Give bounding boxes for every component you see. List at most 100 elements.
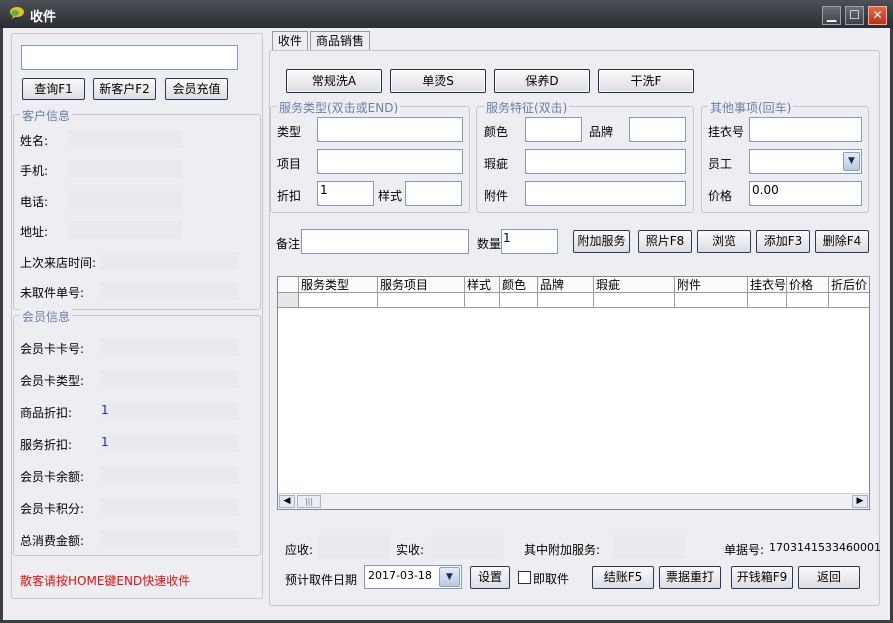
received-label: 实收: bbox=[396, 543, 425, 557]
brand-label: 品牌 bbox=[589, 125, 614, 139]
attachment-label: 附件 bbox=[484, 189, 509, 203]
col-attachment[interactable]: 附件 bbox=[675, 277, 748, 293]
uncollected-label: 未取件单号: bbox=[20, 286, 85, 300]
col-hanger[interactable]: 挂衣号 bbox=[748, 277, 787, 293]
table-cell[interactable] bbox=[500, 293, 538, 308]
minimize-button[interactable]: ▁ bbox=[822, 6, 841, 25]
hanger-field[interactable] bbox=[749, 117, 862, 142]
col-discounted-price[interactable]: 折后价 bbox=[829, 277, 869, 293]
scroll-thumb[interactable]: ||| bbox=[297, 495, 321, 508]
extra-service-button[interactable]: 附加服务 bbox=[573, 230, 630, 253]
phone-label: 电话: bbox=[20, 195, 49, 209]
settings-button[interactable]: 设置 bbox=[470, 566, 510, 589]
pickup-date-label: 预计取件日期 bbox=[285, 573, 358, 587]
col-service-type[interactable]: 服务类型 bbox=[299, 277, 378, 293]
close-button[interactable]: ✕ bbox=[868, 6, 887, 25]
last-visit-label: 上次来店时间: bbox=[20, 256, 97, 270]
color-label: 颜色 bbox=[484, 125, 509, 139]
table-cell[interactable] bbox=[787, 293, 829, 308]
scroll-left-icon[interactable]: ◀ bbox=[279, 495, 295, 508]
remark-label: 备注 bbox=[276, 237, 301, 251]
regular-wash-button[interactable]: 常规洗A bbox=[286, 69, 382, 93]
order-no-value: 1703141533460001 bbox=[769, 541, 881, 554]
service-type-title: 服务类型(双击或END) bbox=[277, 99, 401, 116]
reprint-button[interactable]: 票据重打 bbox=[659, 566, 721, 589]
table-cell[interactable] bbox=[829, 293, 869, 308]
col-color[interactable]: 颜色 bbox=[500, 277, 538, 293]
defect-field[interactable] bbox=[525, 149, 686, 174]
calendar-dropdown-icon[interactable]: ▼ bbox=[439, 567, 460, 587]
dry-clean-button[interactable]: 干洗F bbox=[598, 69, 694, 93]
table-cell[interactable] bbox=[378, 293, 465, 308]
goods-discount-label: 商品折扣: bbox=[20, 406, 73, 420]
defect-label: 瑕疵 bbox=[484, 157, 509, 171]
type-field[interactable] bbox=[317, 117, 463, 142]
table-cell[interactable] bbox=[594, 293, 675, 308]
instant-pickup-checkbox[interactable] bbox=[518, 571, 531, 584]
new-customer-button[interactable]: 新客户F2 bbox=[93, 78, 156, 100]
horizontal-scrollbar[interactable]: ◀ ||| ▶ bbox=[278, 493, 869, 509]
maintenance-button[interactable]: 保养D bbox=[494, 69, 590, 93]
tab-goods-sales[interactable]: 商品销售 bbox=[310, 31, 371, 51]
photo-button[interactable]: 照片F8 bbox=[638, 230, 692, 253]
style-field[interactable] bbox=[405, 181, 462, 206]
table-cell[interactable] bbox=[748, 293, 787, 308]
query-button[interactable]: 查询F1 bbox=[22, 78, 85, 100]
last-visit-value bbox=[100, 252, 238, 270]
extra-service-total-value bbox=[613, 535, 685, 559]
staff-label: 员工 bbox=[708, 157, 733, 171]
browse-button[interactable]: 浏览 bbox=[697, 230, 751, 253]
col-price[interactable]: 价格 bbox=[787, 277, 829, 293]
item-label: 项目 bbox=[277, 157, 302, 171]
col-style[interactable]: 样式 bbox=[465, 277, 500, 293]
brand-field[interactable] bbox=[629, 117, 686, 142]
total-value bbox=[100, 530, 238, 548]
chevron-down-icon[interactable]: ▼ bbox=[843, 152, 860, 171]
remark-field[interactable] bbox=[301, 229, 469, 254]
card-type-label: 会员卡类型: bbox=[20, 374, 85, 388]
mobile-value bbox=[68, 160, 182, 178]
pickup-date-value: 2017-03-18 bbox=[368, 569, 432, 582]
uncollected-value bbox=[100, 282, 238, 300]
delete-button[interactable]: 删除F4 bbox=[815, 230, 869, 253]
table-row[interactable] bbox=[299, 293, 378, 308]
style-label: 样式 bbox=[378, 189, 403, 203]
items-grid[interactable]: 服务类型 服务项目 样式 颜色 品牌 瑕疵 附件 挂衣号 价格 折后价 ◀ ||… bbox=[277, 276, 870, 510]
price-field-value: 0.00 bbox=[752, 183, 779, 197]
table-cell[interactable] bbox=[538, 293, 594, 308]
scroll-right-icon[interactable]: ▶ bbox=[852, 495, 868, 508]
item-field[interactable] bbox=[317, 149, 463, 174]
service-discount-label: 服务折扣: bbox=[20, 438, 73, 452]
table-cell[interactable] bbox=[465, 293, 500, 308]
maximize-button[interactable]: ☐ bbox=[845, 6, 864, 25]
ironing-button[interactable]: 单烫S bbox=[390, 69, 486, 93]
recharge-button[interactable]: 会员充值 bbox=[165, 78, 228, 100]
attachment-field[interactable] bbox=[525, 181, 686, 206]
address-label: 地址: bbox=[20, 225, 49, 239]
member-info-title: 会员信息 bbox=[20, 308, 73, 325]
receivable-label: 应收: bbox=[285, 543, 314, 557]
name-label: 姓名: bbox=[20, 134, 49, 148]
col-brand[interactable]: 品牌 bbox=[538, 277, 594, 293]
price-label: 价格 bbox=[708, 189, 733, 203]
tab-receive[interactable]: 收件 bbox=[272, 31, 309, 51]
color-field[interactable] bbox=[525, 117, 582, 142]
grid-row-indicator bbox=[278, 293, 299, 308]
type-label: 类型 bbox=[277, 125, 302, 139]
service-feature-title: 服务特征(双击) bbox=[484, 99, 570, 116]
checkout-button[interactable]: 结账F5 bbox=[592, 566, 654, 589]
add-button[interactable]: 添加F3 bbox=[756, 230, 810, 253]
col-service-item[interactable]: 服务项目 bbox=[378, 277, 465, 293]
order-no-label: 单据号: bbox=[724, 543, 765, 557]
service-discount-box bbox=[100, 434, 238, 452]
return-button[interactable]: 返回 bbox=[798, 566, 860, 589]
points-value bbox=[100, 498, 238, 516]
open-cash-drawer-button[interactable]: 开钱箱F9 bbox=[731, 566, 793, 589]
app-icon bbox=[9, 6, 25, 20]
quantity-field-value: 1 bbox=[503, 231, 511, 245]
discount-label: 折扣 bbox=[277, 189, 302, 203]
search-input[interactable] bbox=[21, 45, 238, 70]
table-cell[interactable] bbox=[675, 293, 748, 308]
points-label: 会员卡积分: bbox=[20, 502, 85, 516]
col-defect[interactable]: 瑕疵 bbox=[594, 277, 675, 293]
